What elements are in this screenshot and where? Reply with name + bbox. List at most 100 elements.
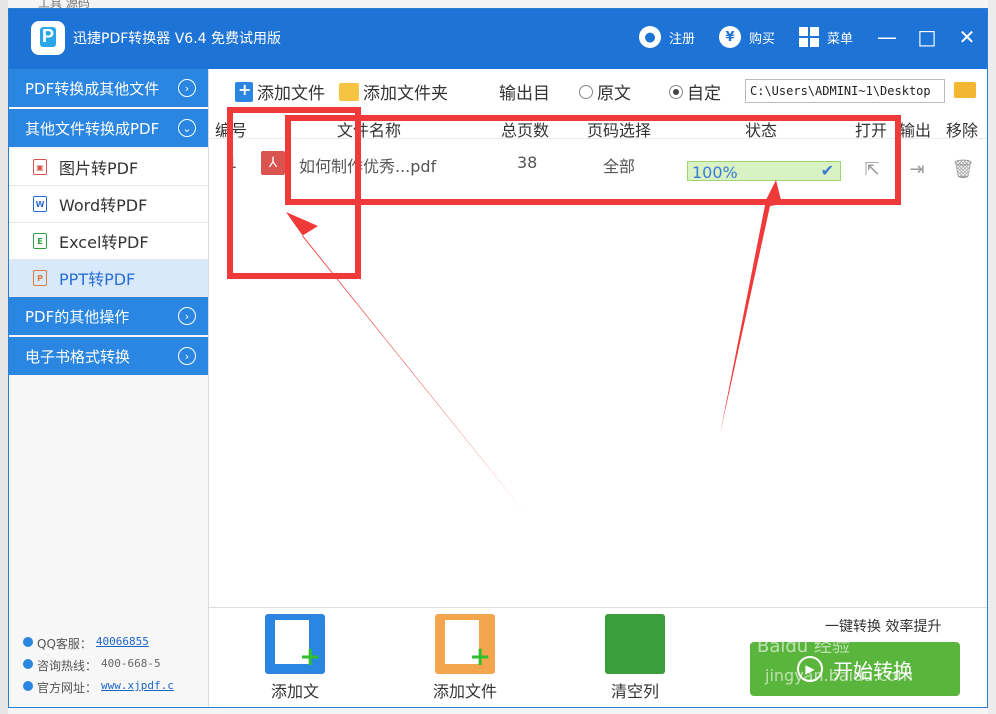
contact-site-label: 官方网址： xyxy=(37,681,98,695)
qq-link[interactable]: 40066855 xyxy=(96,635,149,652)
row-index: 1 xyxy=(227,153,238,172)
menu-label: 菜单 xyxy=(827,31,854,47)
output-icon[interactable]: ⇥ xyxy=(907,159,927,180)
close-button[interactable]: ✕ xyxy=(953,23,981,51)
radio-custom-label: 自定 xyxy=(687,84,721,104)
sidebar-item-image-to-pdf[interactable]: ▣ 图片转PDF xyxy=(9,149,208,186)
open-external-icon[interactable]: ⇱ xyxy=(862,159,882,180)
ppt-icon: P xyxy=(33,270,47,286)
user-icon: ● xyxy=(639,26,661,48)
radio-original-icon xyxy=(579,84,593,99)
broom-icon xyxy=(605,614,665,674)
folder-icon xyxy=(339,82,359,101)
radio-custom-icon xyxy=(669,84,683,99)
contact-hotline-label: 咨询热线： xyxy=(37,659,98,673)
globe-icon xyxy=(23,681,33,691)
sidebar-heading-label: 其他文件转换成PDF xyxy=(25,119,160,138)
browse-folder-icon[interactable] xyxy=(954,82,976,98)
yen-icon: ¥ xyxy=(719,26,741,48)
column-header-output: 输出 xyxy=(899,121,932,140)
register-button[interactable]: ● 注册 xyxy=(639,25,695,49)
radio-original-label: 原文 xyxy=(597,84,631,104)
buy-label: 购买 xyxy=(749,31,776,47)
sidebar-heading-label: 电子书格式转换 xyxy=(25,347,131,366)
sidebar-item-label: Word转PDF xyxy=(59,196,148,215)
image-icon: ▣ xyxy=(33,159,47,175)
add-folder-button[interactable]: 添加文件夹 xyxy=(339,79,448,104)
table-row[interactable]: 1 ⅄ 如何制作优秀...pdf 38 全部 100% ✔ ⇱ ⇥ 🗑 xyxy=(209,139,987,183)
app-window: 迅捷PDF转换器 V6.4 免费试用版 ● 注册 ¥ 购买 菜单 — □ ✕ P… xyxy=(8,8,988,708)
bottom-bar: + 添加文 + 添加文件 清空列 一键转换 效率提升 ▶ 开始转换 Baidu … xyxy=(209,607,987,707)
contact-qq-label: QQ客服： xyxy=(37,637,92,651)
column-header-pages: 总页数 xyxy=(501,121,550,140)
progress-bar: 100% ✔ xyxy=(687,161,841,182)
add-folder-label: 添加文件夹 xyxy=(363,84,448,104)
row-pages: 38 xyxy=(517,153,538,172)
clear-list-button[interactable]: 清空列 xyxy=(565,614,705,702)
watermark-line2: jingyan.baidu.com xyxy=(765,666,913,685)
toolbar: 添加文件 添加文件夹 输出目 原文 自定 C:\Users\ADMINI~1\D… xyxy=(209,69,987,115)
maximize-button[interactable]: □ xyxy=(913,23,941,51)
add-file-icon xyxy=(235,80,253,102)
phone-icon xyxy=(23,659,33,669)
bottom-add-file-label: 添加文 xyxy=(270,682,319,701)
sidebar-heading-other-to-pdf[interactable]: 其他文件转换成PDF ⌄ xyxy=(9,109,208,147)
app-title: 迅捷PDF转换器 V6.4 免费试用版 xyxy=(73,31,282,47)
checkmark-icon: ✔ xyxy=(820,161,834,180)
add-file-label: 添加文件 xyxy=(257,84,325,104)
contact-website: 官方网址： www.xjpdf.c xyxy=(23,679,174,696)
buy-button[interactable]: ¥ 购买 xyxy=(719,25,775,49)
title-bar: 迅捷PDF转换器 V6.4 免费试用版 ● 注册 ¥ 购买 菜单 — □ ✕ xyxy=(9,9,987,69)
table-header: 编号 文件名称 总页数 页码选择 状态 打开 输出 移除 xyxy=(209,115,987,140)
column-header-remove: 移除 xyxy=(946,121,979,140)
sidebar-item-excel-to-pdf[interactable]: E Excel转PDF xyxy=(9,223,208,260)
column-header-page-select: 页码选择 xyxy=(587,121,652,140)
grid-menu-icon xyxy=(799,27,819,47)
app-logo-icon xyxy=(31,21,65,55)
progress-text: 100% xyxy=(692,163,738,182)
menu-button[interactable]: 菜单 xyxy=(799,25,853,49)
minimize-button[interactable]: — xyxy=(873,23,901,51)
column-header-status: 状态 xyxy=(745,121,778,140)
row-page-select[interactable]: 全部 xyxy=(603,153,635,177)
sidebar-item-ppt-to-pdf[interactable]: P PPT转PDF xyxy=(9,260,208,297)
background-strip-right xyxy=(988,0,996,714)
add-folder-large-icon: + xyxy=(435,614,495,674)
chevron-right-icon: › xyxy=(178,79,196,97)
background-strip-left xyxy=(0,0,8,714)
column-header-index: 编号 xyxy=(215,121,248,140)
output-label: 输出目 xyxy=(499,84,550,104)
watermark-line1: Baidu 经验 xyxy=(757,636,850,657)
radio-original[interactable]: 原文 xyxy=(579,79,631,104)
sidebar-heading-pdf-other-ops[interactable]: PDF的其他操作 › xyxy=(9,297,208,335)
sidebar-item-label: Excel转PDF xyxy=(59,233,149,252)
row-file-name: 如何制作优秀...pdf xyxy=(299,157,437,176)
pdf-file-icon: ⅄ xyxy=(261,151,285,175)
radio-custom[interactable]: 自定 xyxy=(669,79,721,104)
sidebar-item-word-to-pdf[interactable]: W Word转PDF xyxy=(9,186,208,223)
sidebar-heading-ebook[interactable]: 电子书格式转换 › xyxy=(9,337,208,375)
word-icon: W xyxy=(33,196,47,212)
screen: 工具 源码 迅捷PDF转换器 V6.4 免费试用版 ● 注册 ¥ 购买 菜单 —… xyxy=(0,0,996,714)
website-link[interactable]: www.xjpdf.c xyxy=(101,679,174,696)
trash-icon[interactable]: 🗑 xyxy=(952,159,975,180)
bottom-add-file-button[interactable]: + 添加文 xyxy=(225,614,365,702)
sidebar-item-label: 图片转PDF xyxy=(59,159,139,178)
bottom-add-folder-label: 添加文件 xyxy=(432,682,497,701)
contact-qq: QQ客服： 40066855 xyxy=(23,635,149,652)
column-header-filename: 文件名称 xyxy=(337,121,402,140)
main-panel: 添加文件 添加文件夹 输出目 原文 自定 C:\Users\ADMINI~1\D… xyxy=(209,69,987,707)
chevron-down-icon: ⌄ xyxy=(178,119,196,137)
sidebar-item-label: PPT转PDF xyxy=(59,270,136,289)
sidebar-heading-label: PDF的其他操作 xyxy=(25,307,130,326)
column-header-open: 打开 xyxy=(855,121,888,140)
add-file-button[interactable]: 添加文件 xyxy=(235,79,325,104)
bottom-add-folder-button[interactable]: + 添加文件 xyxy=(395,614,535,702)
sidebar: PDF转换成其他文件 › 其他文件转换成PDF ⌄ ▣ 图片转PDF W Wor… xyxy=(9,69,209,707)
clear-list-label: 清空列 xyxy=(610,682,659,701)
hotline-value: 400-668-5 xyxy=(101,657,161,670)
contact-hotline: 咨询热线： 400-668-5 xyxy=(23,657,161,674)
output-path-input[interactable]: C:\Users\ADMINI~1\Desktop xyxy=(745,79,945,103)
excel-icon: E xyxy=(33,233,47,249)
sidebar-heading-pdf-to-other[interactable]: PDF转换成其他文件 › xyxy=(9,69,208,107)
